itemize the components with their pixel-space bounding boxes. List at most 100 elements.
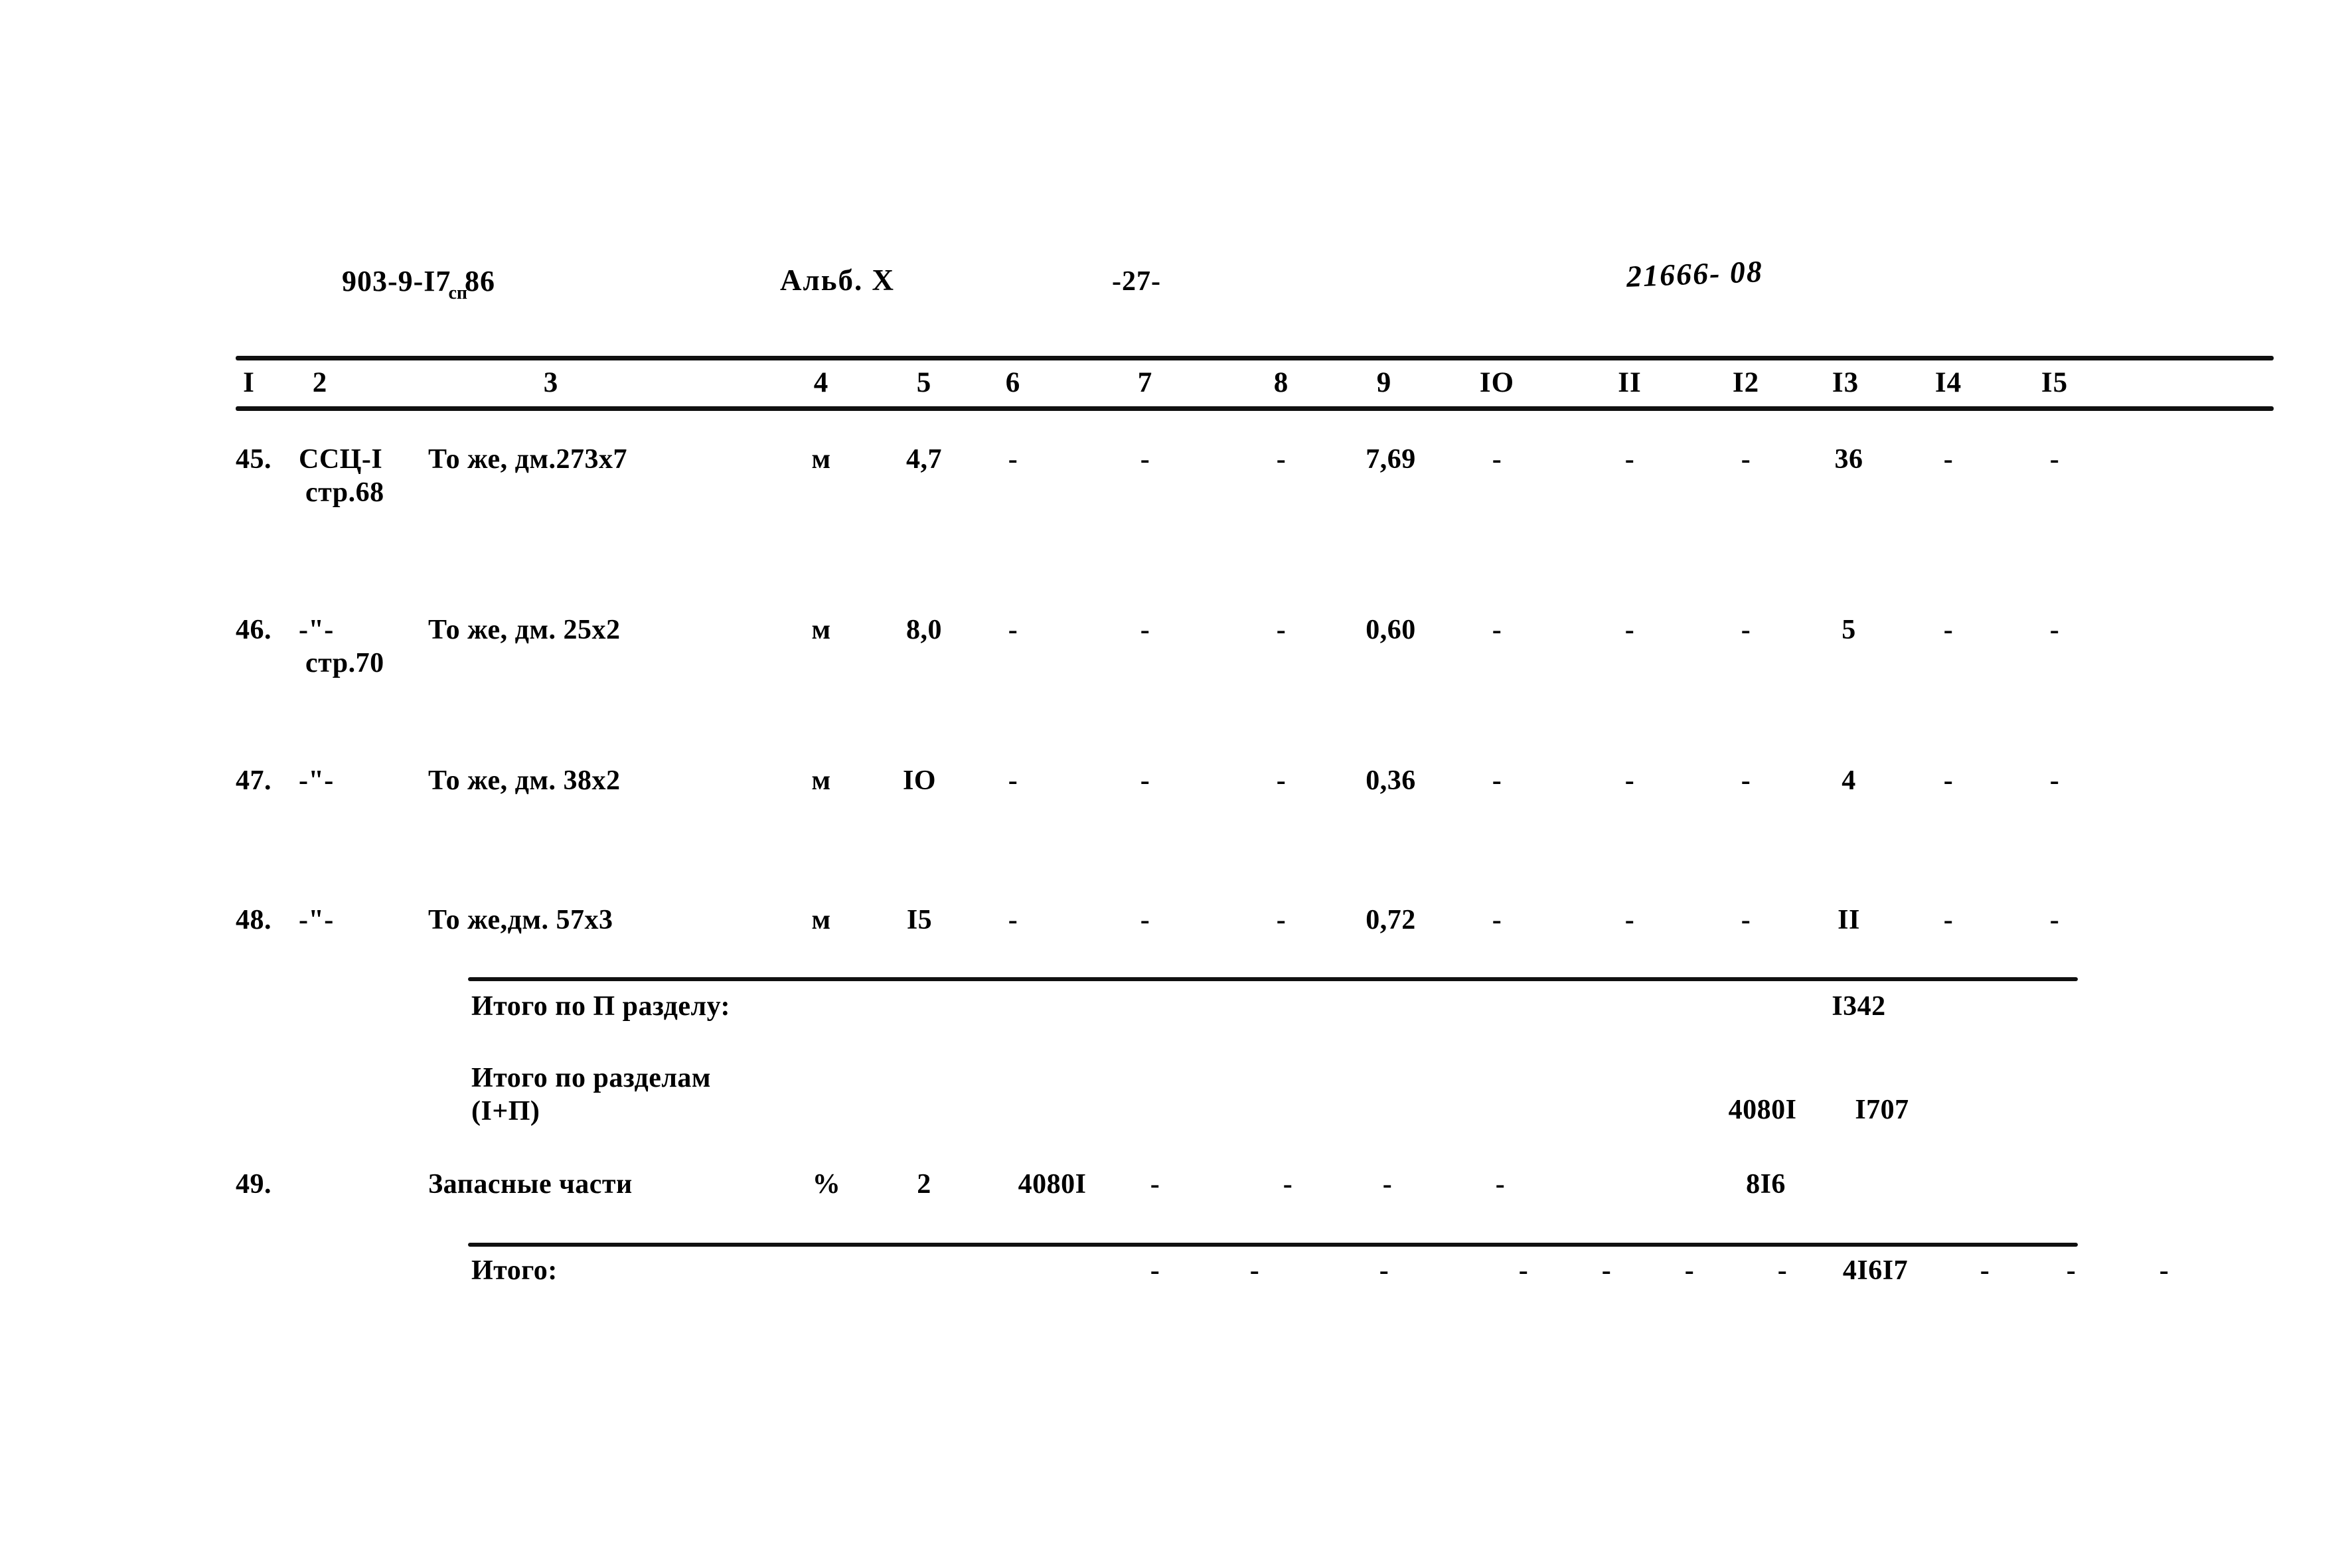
row-col14: - bbox=[1943, 765, 1954, 796]
section-subtotal-rule bbox=[468, 977, 2078, 981]
column-number-13: I3 bbox=[1832, 367, 1859, 398]
sections-total-col13: I707 bbox=[1855, 1095, 1909, 1125]
column-number-3: 3 bbox=[543, 367, 559, 398]
row-unit: % bbox=[812, 1169, 841, 1200]
row-col11: - bbox=[1624, 765, 1635, 796]
column-number-8: 8 bbox=[1273, 367, 1289, 398]
row-unit: м bbox=[811, 765, 831, 796]
sections-total-label-line2: (I+П) bbox=[471, 1096, 540, 1127]
column-number-15: I5 bbox=[2041, 367, 2069, 398]
row-reference: ССЦ-I bbox=[299, 444, 383, 475]
row-col7: - bbox=[1140, 615, 1150, 645]
row-col10: - bbox=[1492, 444, 1502, 475]
row-col14: - bbox=[1943, 444, 1954, 475]
row-col6: - bbox=[1008, 905, 1018, 935]
column-number-6: 6 bbox=[1005, 367, 1021, 398]
column-number-12: I2 bbox=[1732, 367, 1760, 398]
row-col6: 4080I bbox=[1018, 1169, 1087, 1200]
row-description: То же, дм. 25х2 bbox=[428, 615, 621, 645]
row-col7: - bbox=[1150, 1169, 1160, 1200]
column-number-4: 4 bbox=[813, 367, 829, 398]
row-number: 45. bbox=[236, 444, 272, 475]
row-reference-line2: стр.70 bbox=[305, 648, 384, 678]
row-col8: - bbox=[1276, 905, 1287, 935]
grand-total-col8: - bbox=[1518, 1255, 1529, 1286]
row-col8: - bbox=[1276, 615, 1287, 645]
column-number-row: I 2 3 4 5 6 7 8 9 IO II I2 I3 I4 I5 bbox=[219, 366, 2270, 405]
section-subtotal-col13: I342 bbox=[1832, 991, 1886, 1022]
row-col11: - bbox=[1624, 444, 1635, 475]
row-unit: м bbox=[811, 444, 831, 475]
row-reference-line2: стр.68 bbox=[305, 477, 384, 508]
row-reference: -"- bbox=[299, 615, 334, 645]
row-col5: 4,7 bbox=[906, 444, 942, 475]
column-number-1: I bbox=[243, 367, 255, 398]
row-col14: - bbox=[1943, 615, 1954, 645]
row-col10: - bbox=[1492, 765, 1502, 796]
row-reference: -"- bbox=[299, 905, 334, 935]
row-number: 48. bbox=[236, 905, 272, 935]
grand-total-col15: - bbox=[2159, 1255, 2169, 1286]
row-col5: IO bbox=[902, 765, 937, 796]
row-description: Запасные части bbox=[428, 1169, 633, 1200]
column-number-11: II bbox=[1618, 367, 1642, 398]
column-number-10: IO bbox=[1479, 367, 1515, 398]
row-col13: II bbox=[1838, 905, 1860, 935]
row-col15: - bbox=[2049, 444, 2060, 475]
row-col8: - bbox=[1276, 444, 1287, 475]
row-col11: - bbox=[1624, 905, 1635, 935]
row-col14: - bbox=[1943, 905, 1954, 935]
column-number-9: 9 bbox=[1376, 367, 1392, 398]
row-col9: - bbox=[1382, 1169, 1393, 1200]
grand-total-col13: - bbox=[1980, 1255, 1990, 1286]
document-page: 903-9-I7сп86 Альб. X -27- 21666- 08 I 2 … bbox=[0, 0, 2352, 1568]
row-col15: - bbox=[2049, 615, 2060, 645]
column-number-7: 7 bbox=[1137, 367, 1153, 398]
sections-total-label-line1: Итого по разделам bbox=[471, 1063, 712, 1093]
row-col13: 4 bbox=[1842, 765, 1856, 796]
handwritten-reference-number: 21666- 08 bbox=[1626, 254, 1764, 293]
row-description: То же, дм.273х7 bbox=[428, 444, 628, 475]
row-number: 49. bbox=[236, 1169, 272, 1200]
row-col9: 0,72 bbox=[1366, 905, 1416, 935]
row-col5: 8,0 bbox=[906, 615, 942, 645]
column-number-5: 5 bbox=[916, 367, 932, 398]
grand-total-col11: - bbox=[1777, 1255, 1788, 1286]
row-number: 47. bbox=[236, 765, 272, 796]
grand-total-col10: - bbox=[1684, 1255, 1695, 1286]
row-unit: м bbox=[811, 615, 831, 645]
document-code-main: 903-9-I7 bbox=[342, 265, 451, 297]
row-description: То же,дм. 57х3 bbox=[428, 905, 613, 935]
document-code-tail: 86 bbox=[465, 265, 495, 297]
row-col5: I5 bbox=[906, 905, 933, 935]
album-label: Альб. X bbox=[780, 264, 896, 297]
grand-total-col12: 4I6I7 bbox=[1842, 1255, 1909, 1286]
grand-total-col5: - bbox=[1150, 1255, 1160, 1286]
row-col12: - bbox=[1741, 444, 1751, 475]
row-col12: - bbox=[1741, 615, 1751, 645]
grand-total-col7: - bbox=[1379, 1255, 1389, 1286]
grand-total-col6: - bbox=[1249, 1255, 1260, 1286]
row-col8: - bbox=[1276, 765, 1287, 796]
section-subtotal-label: Итого по П разделу: bbox=[471, 991, 731, 1022]
column-number-2: 2 bbox=[312, 367, 328, 398]
row-reference: -"- bbox=[299, 765, 334, 796]
row-col12: - bbox=[1741, 765, 1751, 796]
row-col13: 5 bbox=[1842, 615, 1856, 645]
sections-total-col12: 4080I bbox=[1728, 1095, 1797, 1125]
row-col10: - bbox=[1495, 1169, 1506, 1200]
row-col13: 36 bbox=[1834, 444, 1863, 475]
document-code: 903-9-I7сп86 bbox=[342, 264, 495, 304]
row-col11: - bbox=[1624, 615, 1635, 645]
document-header: 903-9-I7сп86 Альб. X -27- 21666- 08 bbox=[219, 254, 2270, 331]
row-description: То же, дм. 38х2 bbox=[428, 765, 621, 796]
row-col10: - bbox=[1492, 905, 1502, 935]
row-col6: - bbox=[1008, 615, 1018, 645]
row-col15: - bbox=[2049, 765, 2060, 796]
table-header-bottom-rule bbox=[236, 406, 2274, 411]
row-col7: - bbox=[1140, 905, 1150, 935]
row-col15: - bbox=[2049, 905, 2060, 935]
grand-total-rule bbox=[468, 1243, 2078, 1247]
row-col12: 8I6 bbox=[1746, 1169, 1786, 1200]
row-col5: 2 bbox=[917, 1169, 931, 1200]
